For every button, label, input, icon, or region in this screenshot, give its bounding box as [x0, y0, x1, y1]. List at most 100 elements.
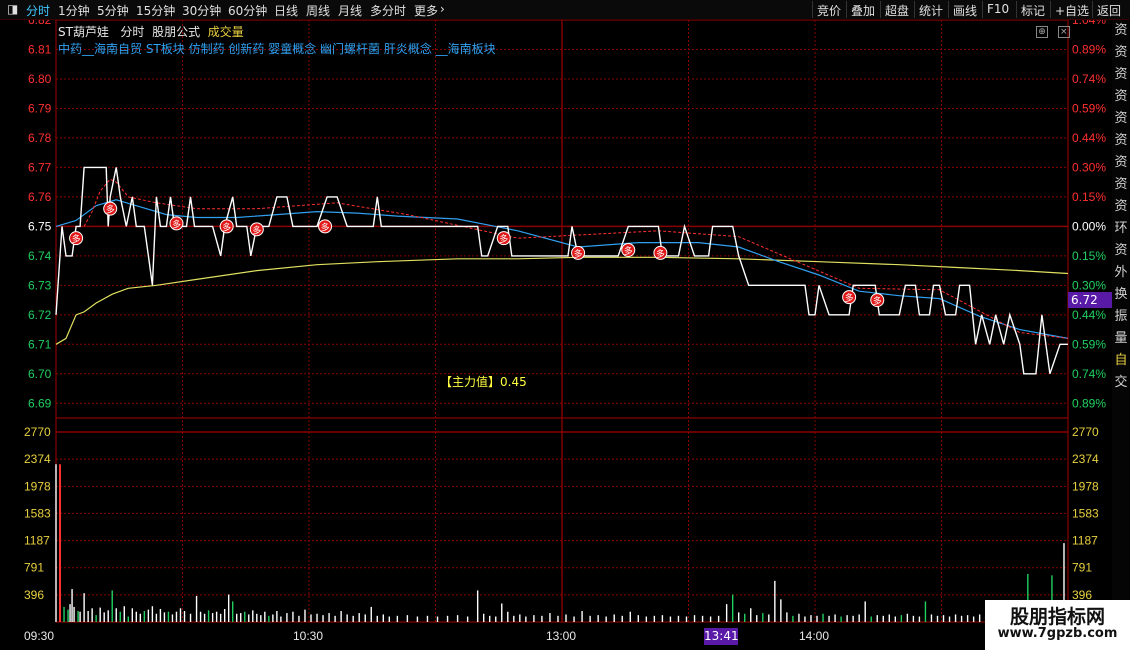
strip-char: 资: [1114, 111, 1128, 126]
annotation-value: 0.45: [500, 375, 527, 389]
toolbar-separator: [1050, 1, 1051, 18]
price-tick-label: 6.77: [28, 160, 52, 174]
toolbar-button-0[interactable]: 竞价: [817, 2, 841, 19]
signal-marker: 多: [842, 290, 857, 305]
period-toolbar: ◨ 分时 1分钟 5分钟 15分钟 30分钟 60分钟 日线 周线 月线 多分时 更多 › 返回 +自选 标记…: [0, 0, 1130, 20]
signal-label: 多: [656, 248, 665, 260]
percent-tick-label: 0.89%: [1072, 396, 1106, 410]
chart-grid: [55, 20, 1069, 623]
stock-name[interactable]: ST葫芦娃: [58, 25, 109, 39]
signal-marker: 多: [249, 222, 264, 237]
more-chevron-icon[interactable]: ›: [440, 2, 445, 16]
volume-tick-label: 396: [24, 588, 44, 602]
signal-label: 多: [72, 233, 81, 245]
timeframe-tab-7[interactable]: 周线: [306, 2, 330, 19]
main-force-annotation: 【主力值】0.45: [440, 373, 527, 390]
signal-marker: 多: [219, 219, 234, 234]
strip-char: 资: [1114, 243, 1128, 258]
strip-char: 资: [1114, 67, 1128, 82]
toolbar-separator: [948, 1, 949, 18]
signal-label: 多: [106, 204, 115, 216]
close-icon[interactable]: ×: [1057, 26, 1070, 38]
strip-char: 资: [1114, 45, 1128, 60]
toolbar-button-8[interactable]: 返回: [1097, 2, 1121, 19]
timeframe-tab-9[interactable]: 多分时: [370, 2, 406, 19]
toolbar-separator: [982, 1, 983, 18]
panel-icons: ⊕ ×: [1036, 23, 1070, 38]
signal-label: 多: [624, 245, 633, 257]
strip-char: 资: [1114, 177, 1128, 192]
volume-tick-label: 1187: [24, 534, 50, 548]
toolbar-button-1[interactable]: 叠加: [851, 2, 875, 19]
toolbar-separator: [1092, 1, 1093, 18]
formula-label[interactable]: 股朋公式: [152, 25, 200, 39]
current-price-box: 6.72: [1068, 292, 1113, 308]
percent-tick-label: 0.15%: [1072, 190, 1106, 204]
volume-tick-label: 2374: [24, 452, 51, 466]
price-tick-label: 6.79: [28, 101, 52, 115]
toolbar-button-4[interactable]: 画线: [953, 2, 977, 19]
volume-tick-label: 791: [24, 561, 44, 575]
price-tick-label: 6.75: [28, 219, 52, 233]
strip-char: 自: [1114, 353, 1128, 368]
toolbar-button-6[interactable]: 标记: [1021, 2, 1045, 19]
price-tick-label: 6.72: [28, 308, 52, 322]
signal-label: 多: [172, 218, 181, 230]
signal-marker: 多: [103, 201, 118, 216]
signal-marker: 多: [653, 245, 668, 260]
percent-tick-label: 0.59%: [1072, 101, 1106, 115]
toolbar-separator: [846, 1, 847, 18]
percent-tick-label: 0.15%: [1072, 249, 1106, 263]
indicator-label[interactable]: 成交量: [208, 25, 244, 39]
timeframe-tab-8[interactable]: 月线: [338, 2, 362, 19]
strip-char: 资: [1114, 133, 1128, 148]
strip-char: 换: [1114, 287, 1128, 302]
time-tick-label: 09:30: [24, 629, 54, 643]
intraday-chart[interactable]: 6.82 1.04% 6.81 0.89% 6.80 0.74% 6.79 0.59% 6.78…: [0, 20, 1112, 650]
timeframe-tab-0[interactable]: 分时: [26, 2, 50, 19]
signal-label: 多: [499, 233, 508, 245]
strip-char: 资: [1114, 199, 1128, 214]
stock-header: ST葫芦娃 分时 股朋公式 成交量: [58, 23, 244, 40]
price-tick-label: 6.73: [28, 278, 52, 292]
volume-bars: [55, 464, 1065, 622]
toolbar-button-5[interactable]: F10: [987, 2, 1009, 16]
volume-tick-label: 2770: [24, 425, 51, 439]
volume-tick-label-right: 1583: [1072, 506, 1099, 520]
axis-labels: 6.82 1.04% 6.81 0.89% 6.80 0.74% 6.79 0.59% 6.78…: [24, 20, 1106, 643]
toolbar-button-7[interactable]: +自选: [1055, 2, 1089, 19]
timeframe-tab-6[interactable]: 日线: [274, 2, 298, 19]
timeframe-tab-4[interactable]: 30分钟: [182, 2, 221, 19]
percent-tick-label: 0.44%: [1072, 308, 1106, 322]
time-tick-label: 14:00: [799, 629, 829, 643]
volume-tick-label-right: 1978: [1072, 479, 1099, 493]
toolbar-button-3[interactable]: 统计: [919, 2, 943, 19]
volume-tick-label-right: 791: [1072, 561, 1092, 575]
volume-tick-label: 1978: [24, 479, 51, 493]
timeframe-tab-5[interactable]: 60分钟: [228, 2, 267, 19]
time-tick-label: 13:00: [546, 629, 576, 643]
toolbar-separator: [914, 1, 915, 18]
window-menu-icon[interactable]: ◨: [7, 2, 18, 16]
strip-char: 交: [1114, 375, 1128, 390]
timeframe-tab-3[interactable]: 15分钟: [136, 2, 175, 19]
timeframe-tab-1[interactable]: 1分钟: [58, 2, 90, 19]
signal-label: 多: [574, 248, 583, 260]
price-tick-label: 6.70: [28, 367, 52, 381]
percent-tick-label: 0.89%: [1072, 42, 1106, 56]
volume-tick-label-right: 2374: [1072, 452, 1099, 466]
expand-icon[interactable]: ⊕: [1036, 26, 1048, 38]
percent-tick-label: 0.00%: [1072, 219, 1106, 233]
strip-char: 资: [1114, 155, 1128, 170]
signal-label: 多: [845, 292, 854, 304]
cursor-time-box: 13:41: [704, 628, 739, 645]
price-tick-label: 6.76: [28, 190, 52, 204]
strip-char: 资: [1114, 89, 1128, 104]
price-tick-label: 6.74: [28, 249, 52, 263]
timeframe-tab-10[interactable]: 更多: [414, 2, 438, 19]
percent-tick-label: 0.74%: [1072, 72, 1106, 86]
timeframe-tab-2[interactable]: 5分钟: [97, 2, 129, 19]
price-tick-label: 6.82: [28, 20, 52, 27]
time-tick-label: 10:30: [293, 629, 323, 643]
toolbar-button-2[interactable]: 超盘: [885, 2, 909, 19]
